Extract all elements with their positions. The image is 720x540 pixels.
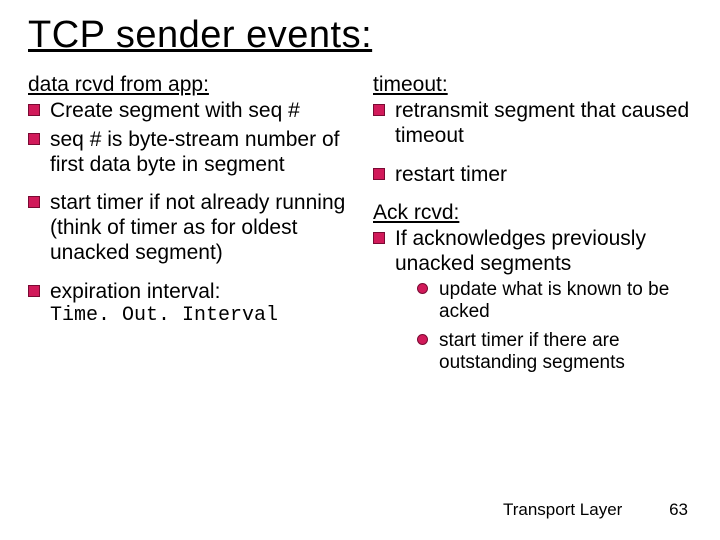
list-item: retransmit segment that caused timeout xyxy=(373,99,692,149)
list-item: start timer if not already running (thin… xyxy=(28,191,347,265)
section-heading-data-rcvd: data rcvd from app: xyxy=(28,73,347,97)
sublist-item: update what is known to be acked xyxy=(417,279,692,324)
content-columns: data rcvd from app: Create segment with … xyxy=(28,71,692,388)
list-item: seq # is byte-stream number of first dat… xyxy=(28,128,347,178)
left-list: Create segment with seq # seq # is byte-… xyxy=(28,99,347,328)
expiration-code: Time. Out. Interval xyxy=(50,304,347,328)
sublist-item: start timer if there are outstanding seg… xyxy=(417,330,692,375)
list-item-text: expiration interval: xyxy=(50,280,220,303)
list-item: Create segment with seq # xyxy=(28,99,347,124)
footer-label: Transport Layer xyxy=(503,500,622,519)
right-column: timeout: retransmit segment that caused … xyxy=(373,71,692,388)
section-heading-timeout: timeout: xyxy=(373,73,692,97)
list-item: restart timer xyxy=(373,163,692,188)
footer: Transport Layer 63 xyxy=(503,500,688,520)
left-column: data rcvd from app: Create segment with … xyxy=(28,71,347,388)
list-item: If acknowledges previously unacked segme… xyxy=(373,227,692,374)
slide: TCP sender events: data rcvd from app: C… xyxy=(0,0,720,540)
page-title: TCP sender events: xyxy=(28,14,692,57)
list-item: expiration interval: Time. Out. Interval xyxy=(28,280,347,328)
timeout-list: retransmit segment that caused timeout r… xyxy=(373,99,692,187)
ack-list: If acknowledges previously unacked segme… xyxy=(373,227,692,374)
list-item-text: If acknowledges previously unacked segme… xyxy=(395,227,646,275)
ack-sublist: update what is known to be acked start t… xyxy=(395,279,692,375)
page-number: 63 xyxy=(669,500,688,519)
section-heading-ack: Ack rcvd: xyxy=(373,201,692,225)
